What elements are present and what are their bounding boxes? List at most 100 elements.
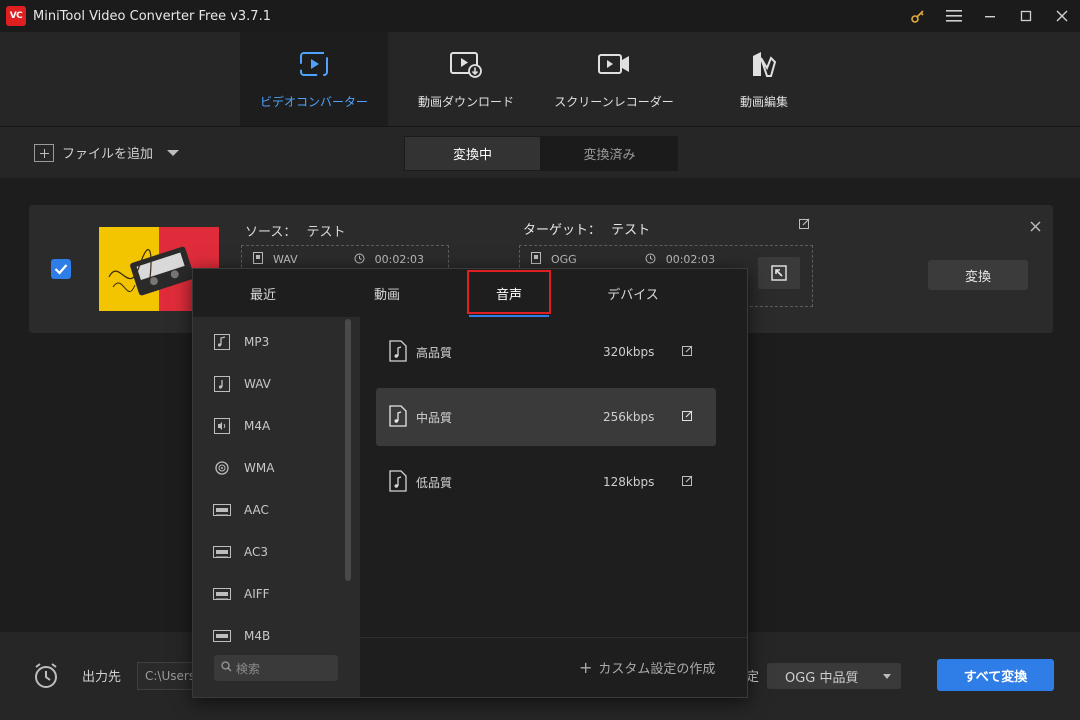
list-item-aac[interactable]: AAC — [193, 489, 343, 531]
popup-tabs: 最近 動画 音声 デバイス — [193, 269, 747, 317]
format-label: WAV — [244, 377, 271, 391]
target-format-button[interactable] — [758, 257, 800, 289]
target-label: ターゲット： テスト — [523, 219, 650, 238]
list-item-wma[interactable]: WMA — [193, 447, 343, 489]
chevron-down-icon — [883, 674, 891, 679]
ac3-icon — [213, 543, 231, 561]
nav-label: 動画ダウンロード — [417, 95, 514, 109]
format-label: MP3 — [244, 335, 270, 349]
tab-video[interactable]: 動画 — [317, 269, 457, 317]
nav-video-editor[interactable]: 動画編集 — [690, 32, 838, 126]
quality-bitrate: 256kbps — [603, 410, 655, 424]
nav-label: スクリーンレコーダー — [554, 95, 674, 109]
target-format-row: OGG 00:02:03 — [531, 252, 715, 267]
source-label-text: ソース： — [245, 225, 297, 240]
format-list-scrollbar[interactable] — [345, 319, 351, 581]
edit-icon[interactable] — [682, 410, 693, 424]
tab-label: 最近 — [249, 287, 276, 303]
convert-icon — [298, 48, 330, 80]
output-label: 出力先 — [82, 670, 122, 685]
list-item-aiff[interactable]: AIFF — [193, 573, 343, 615]
convert-button[interactable]: 変換 — [928, 260, 1028, 290]
edit-target-icon[interactable] — [799, 218, 810, 233]
add-file-icon — [34, 143, 54, 162]
edit-icon[interactable] — [682, 345, 693, 359]
list-item-ac3[interactable]: AC3 — [193, 531, 343, 573]
format-label: M4A — [244, 419, 271, 433]
format-search-input[interactable]: 検索 — [214, 655, 338, 681]
clock-icon — [645, 253, 656, 267]
source-format: WAV — [273, 253, 298, 266]
tab-device[interactable]: デバイス — [563, 269, 703, 317]
music-note-icon — [213, 333, 231, 351]
source-duration: 00:02:03 — [374, 253, 425, 266]
nav-screen-recorder[interactable]: スクリーンレコーダー — [540, 32, 688, 126]
format-label: WMA — [244, 461, 275, 475]
maximize-icon[interactable] — [1008, 0, 1044, 32]
format-label: AAC — [244, 503, 269, 517]
toolbar: ファイルを追加 変換中 変換済み — [0, 126, 1080, 178]
nav-video-converter[interactable]: ビデオコンバーター — [240, 32, 388, 126]
close-icon[interactable] — [1044, 0, 1080, 32]
quality-bitrate: 128kbps — [603, 475, 655, 489]
music-note-icon — [213, 375, 231, 393]
window-title: MiniTool Video Converter Free v3.7.1 — [33, 8, 271, 24]
plus-icon: + — [579, 658, 593, 677]
nav-video-download[interactable]: 動画ダウンロード — [392, 32, 540, 126]
add-file-label: ファイルを追加 — [62, 147, 154, 162]
list-item-mp3[interactable]: MP3 — [193, 321, 343, 363]
download-icon — [449, 48, 483, 80]
wma-icon — [213, 459, 231, 477]
quality-row-low[interactable]: 低品質 128kbps — [376, 453, 716, 511]
tab-recent[interactable]: 最近 — [193, 269, 333, 317]
target-duration: 00:02:03 — [665, 253, 716, 266]
schedule-clock-icon[interactable] — [32, 662, 60, 694]
minimize-icon[interactable] — [972, 0, 1008, 32]
target-format: OGG — [551, 253, 577, 266]
target-name: テスト — [611, 223, 651, 238]
list-item-m4a[interactable]: M4A — [193, 405, 343, 447]
menu-icon[interactable] — [936, 0, 972, 32]
source-name: テスト — [306, 225, 346, 240]
create-custom-button[interactable]: + カスタム設定の作成 — [579, 658, 715, 677]
key-icon[interactable] — [900, 0, 936, 32]
format-label: M4B — [244, 629, 271, 643]
output-format-select[interactable]: OGG 中品質 — [767, 663, 901, 689]
list-item-wav[interactable]: WAV — [193, 363, 343, 405]
audio-file-icon — [388, 469, 408, 495]
tab-converted[interactable]: 変換済み — [541, 136, 678, 171]
edit-film-icon — [749, 48, 779, 80]
conversion-tabs: 変換中 変換済み — [404, 136, 678, 171]
remove-task-icon[interactable] — [1030, 217, 1041, 236]
m4b-icon — [213, 627, 231, 645]
convert-all-button[interactable]: すべて変換 — [937, 659, 1054, 691]
search-icon — [221, 661, 232, 675]
window-controls — [900, 0, 1080, 32]
edit-icon[interactable] — [682, 475, 693, 489]
aac-icon — [213, 501, 231, 519]
quality-row-medium[interactable]: 中品質 256kbps — [376, 388, 716, 446]
add-file-button[interactable]: ファイルを追加 — [34, 143, 180, 162]
speaker-icon — [213, 417, 231, 435]
nav-label: 動画編集 — [739, 95, 788, 109]
audio-file-icon — [388, 404, 408, 430]
custom-settings-bar: + カスタム設定の作成 — [360, 637, 747, 697]
list-item-m4b[interactable]: M4B — [193, 615, 343, 651]
audio-file-icon — [388, 339, 408, 365]
tab-label: 動画 — [373, 287, 400, 303]
task-checkbox[interactable] — [51, 259, 71, 279]
tab-converting[interactable]: 変換中 — [404, 136, 541, 171]
source-format-row: WAV 00:02:03 — [253, 252, 424, 267]
format-popup: 最近 動画 音声 デバイス MP3 WAV M4A WMA AAC AC3 AI… — [192, 268, 748, 698]
tab-label: デバイス — [607, 287, 659, 303]
quality-name: 高品質 — [416, 345, 453, 360]
quality-row-high[interactable]: 高品質 320kbps — [376, 323, 716, 381]
clock-icon — [354, 253, 365, 267]
main-nav: ビデオコンバーター 動画ダウンロード スクリーンレコーダー 動画編集 — [0, 32, 1080, 126]
nav-label: ビデオコンバーター — [259, 95, 368, 109]
quality-panel: 高品質 320kbps 中品質 256kbps 低品質 128kbps — [360, 317, 747, 637]
chevron-down-icon[interactable] — [167, 149, 180, 156]
camera-icon — [597, 48, 631, 80]
title-bar: VC MiniTool Video Converter Free v3.7.1 — [0, 0, 1080, 32]
quality-name: 中品質 — [416, 410, 453, 425]
